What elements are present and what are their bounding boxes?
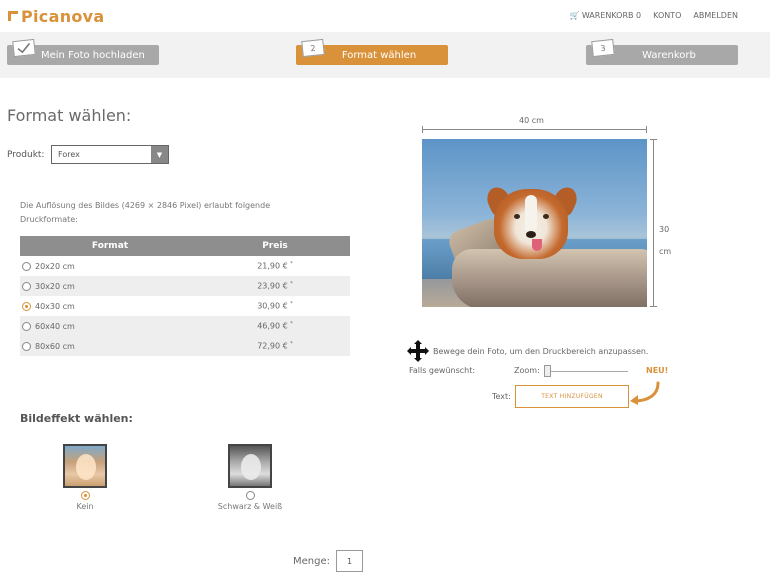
format-label: 60x40 cm (35, 321, 75, 331)
effect-label: Kein (76, 502, 94, 511)
new-badge: NEU! (646, 366, 669, 375)
top-nav: 🛒 WARENKORB 0 KONTO ABMELDEN (570, 11, 738, 20)
step-3-label: Warenkorb (642, 49, 696, 61)
format-label: 20x20 cm (35, 261, 75, 271)
height-dimension-line (650, 139, 657, 307)
table-row[interactable]: 80x60 cm 72,90 € * (20, 336, 350, 356)
table-row[interactable]: 20x20 cm 21,90 € * (20, 256, 350, 276)
price-value: 72,90 € (257, 341, 288, 351)
photo-preview[interactable] (422, 139, 647, 307)
zoom-slider-handle[interactable] (544, 365, 551, 377)
picanova-logo[interactable]: Picanova (8, 6, 105, 26)
price-note: * (290, 281, 293, 288)
table-row[interactable]: 40x30 cm 30,90 € * (20, 296, 350, 316)
effect-thumbnail-color[interactable] (63, 444, 107, 488)
chevron-down-icon: ▼ (151, 146, 168, 163)
curved-arrow-icon (630, 381, 660, 405)
optional-label: Falls gewünscht: (409, 366, 476, 375)
step-cart[interactable]: 3 Warenkorb (586, 38, 738, 65)
price-note: * (290, 341, 293, 348)
account-link[interactable]: KONTO (653, 11, 681, 20)
produkt-value: Forex (58, 150, 80, 159)
cart-link[interactable]: 🛒 WARENKORB 0 (570, 11, 641, 20)
step-1-label: Mein Foto hochladen (41, 49, 145, 61)
format-radio[interactable] (22, 301, 31, 311)
effect-radio[interactable] (80, 491, 90, 500)
step-1-badge (12, 38, 36, 58)
zoom-label: Zoom: (514, 366, 540, 375)
effect-option-bw[interactable]: Schwarz & Weiß (205, 444, 295, 511)
effect-title: Bildeffekt wählen: (20, 412, 133, 425)
step-3-badge: 3 (591, 38, 615, 58)
move-hint-text: Bewege dein Foto, um den Druckbereich an… (433, 346, 649, 356)
cart-label: WARENKORB 0 (581, 11, 642, 20)
table-row[interactable]: 60x40 cm 46,90 € * (20, 316, 350, 336)
height-unit: cm (659, 247, 672, 256)
zoom-slider-track[interactable] (548, 371, 628, 372)
logo-mark-icon (8, 11, 18, 21)
price-value: 21,90 € (257, 261, 288, 271)
cart-icon: 🛒 (569, 11, 580, 20)
format-label: 30x20 cm (35, 281, 75, 291)
move-hint: Bewege dein Foto, um den Druckbereich an… (407, 340, 649, 362)
format-table: Format Preis 20x20 cm 21,90 € * 30x20 cm… (20, 236, 350, 356)
height-label: 30 cm (659, 219, 679, 263)
logout-link[interactable]: ABMELDEN (693, 11, 738, 20)
price-value: 46,90 € (257, 321, 288, 331)
table-header: Format Preis (20, 236, 350, 256)
effect-label: Schwarz & Weiß (217, 502, 283, 511)
price-note: * (290, 321, 293, 328)
produkt-label: Produkt: (7, 150, 45, 160)
produkt-select[interactable]: Forex ▼ (51, 145, 169, 164)
header-price: Preis (262, 241, 288, 251)
format-label: 40x30 cm (35, 301, 75, 311)
step-bar: Mein Foto hochladen 2 Format wählen 3 Wa… (0, 32, 770, 78)
logo-text: Picanova (21, 6, 105, 26)
format-radio[interactable] (22, 341, 31, 351)
price-value: 30,90 € (257, 301, 288, 311)
effect-thumbnail-bw[interactable] (228, 444, 272, 488)
step-format[interactable]: 2 Format wählen (296, 38, 448, 65)
price-value: 23,90 € (257, 281, 288, 291)
width-label: 40 cm (519, 116, 544, 125)
table-row[interactable]: 30x20 cm 23,90 € * (20, 276, 350, 296)
price-note: * (290, 301, 293, 308)
format-radio[interactable] (22, 321, 31, 331)
height-value: 30 (659, 225, 670, 234)
text-label: Text: (492, 392, 511, 401)
step-2-badge: 2 (301, 38, 325, 58)
effect-option-none[interactable]: Kein (40, 444, 130, 511)
move-arrows-icon[interactable] (407, 340, 429, 362)
step-upload[interactable]: Mein Foto hochladen (7, 38, 159, 65)
price-note: * (290, 261, 293, 268)
header-format: Format (91, 241, 129, 251)
resolution-text: Die Auflösung des Bildes (4269 × 2846 Pi… (20, 201, 271, 224)
page-title: Format wählen: (7, 106, 132, 125)
format-radio[interactable] (22, 261, 31, 271)
add-text-button[interactable]: TEXT HINZUFÜGEN (515, 385, 629, 408)
width-dimension-line (422, 126, 647, 133)
quantity-label: Menge: (293, 556, 330, 567)
top-bar: Picanova 🛒 WARENKORB 0 KONTO ABMELDEN (0, 0, 770, 32)
format-radio[interactable] (22, 281, 31, 291)
quantity-input[interactable]: 1 (336, 550, 363, 572)
effect-radio[interactable] (245, 491, 255, 500)
format-label: 80x60 cm (35, 341, 75, 351)
checkmark-icon (17, 42, 31, 54)
step-2-label: Format wählen (341, 49, 417, 61)
